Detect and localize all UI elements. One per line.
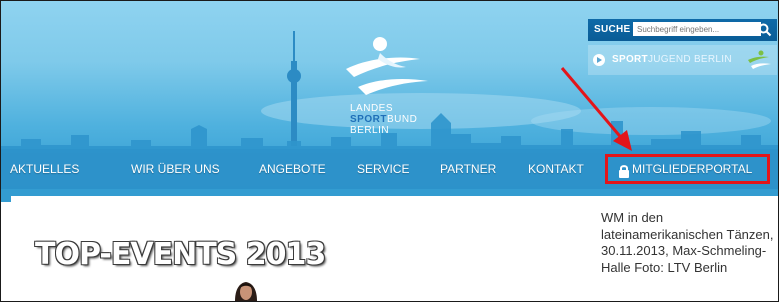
logo-word-bund: BUND	[386, 114, 418, 125]
logo-line-landes: LANDES	[350, 103, 394, 114]
logo-word-sport: SPORT	[350, 114, 387, 125]
lsb-logo-text: LANDES SPORTBUND BERLIN	[350, 103, 417, 136]
main-content: TOP-EVENTS 2013 WM in den lateinamerikan…	[11, 196, 778, 301]
logo-line-sportbund: SPORTBUND	[350, 114, 417, 125]
nav-item-aktuelles[interactable]: AKTUELLES	[10, 162, 79, 176]
lsb-logo[interactable]: LANDES SPORTBUND BERLIN	[336, 31, 446, 151]
nav-item-angebote[interactable]: ANGEBOTE	[259, 162, 326, 176]
top-events-title: TOP-EVENTS 2013	[35, 237, 326, 272]
sportjugend-bold: SPORT	[612, 54, 648, 65]
nav-item-service[interactable]: SERVICE	[357, 162, 409, 176]
event-caption: WM in den lateinamerikanischen Tänzen, 3…	[601, 210, 774, 275]
search-icon[interactable]	[758, 23, 772, 37]
search-input[interactable]	[633, 22, 761, 36]
nav-item-partner[interactable]: PARTNER	[440, 162, 496, 176]
sportjugend-rest: JUGEND BERLIN	[647, 54, 732, 65]
sportjugend-logo-icon	[748, 50, 771, 69]
header-hero: LANDES SPORTBUND BERLIN SUCHE SPORTJUGEN…	[1, 1, 778, 202]
search-bar: SUCHE	[588, 19, 777, 41]
dancer-image	[235, 282, 257, 301]
nav-item-kontakt[interactable]: KONTAKT	[528, 162, 584, 176]
lsb-logo-figure	[346, 37, 428, 95]
search-label: SUCHE	[594, 24, 631, 35]
logo-line-berlin: BERLIN	[350, 125, 390, 136]
browser-frame: LANDES SPORTBUND BERLIN SUCHE SPORTJUGEN…	[0, 0, 779, 302]
sportjugend-banner[interactable]: SPORTJUGEND BERLIN	[588, 45, 777, 75]
play-icon	[593, 54, 605, 66]
sportjugend-label: SPORTJUGEND BERLIN	[612, 54, 732, 65]
nav-item-wir-ueber-uns[interactable]: WIR ÜBER UNS	[131, 162, 220, 176]
portal-highlight-box	[605, 154, 770, 184]
